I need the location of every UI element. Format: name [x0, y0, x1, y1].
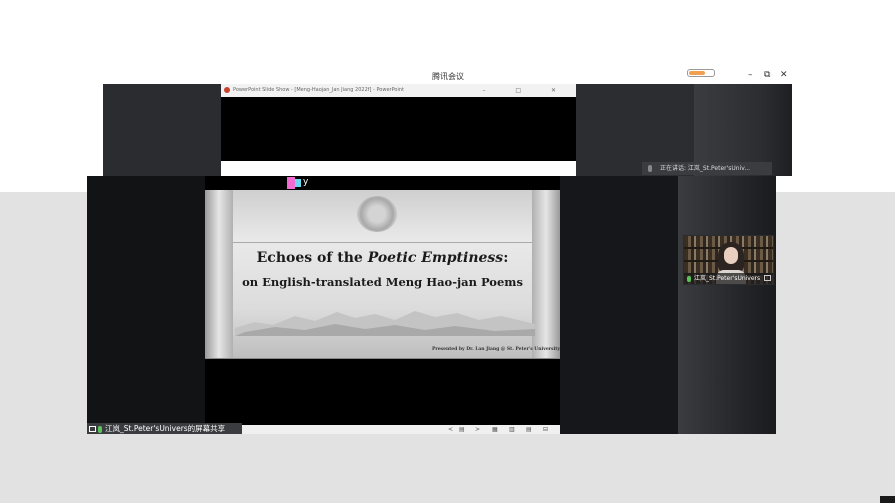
speaking-indicator-text: 正在讲话: 江岚_St.Peter'sUniv... — [660, 165, 751, 172]
render-artifact: y — [287, 177, 313, 189]
slide-title-emphasis: Poetic Emptiness — [367, 250, 504, 266]
participant-name-bar: 江岚_St.Peter'sUnivers — [684, 273, 773, 284]
screen-share-label: 江岚_St.Peter'sUnivers的屏幕共享 — [87, 423, 242, 434]
slide-title-suffix: : — [503, 250, 509, 266]
meeting-window-title: 腾讯会议 — [432, 72, 464, 81]
presentation-slide: Echoes of the Poetic Emptiness: on Engli… — [205, 190, 560, 359]
upper-left-panel — [103, 84, 221, 176]
battery-icon — [687, 69, 715, 77]
screen-share-label-text: 江岚_St.Peter'sUnivers的屏幕共享 — [105, 424, 226, 433]
screen-share-icon — [89, 426, 96, 432]
upper-slide-strip — [221, 161, 576, 176]
scroll-roll-right — [532, 190, 560, 359]
next-slide-button[interactable]: > — [475, 425, 480, 434]
participant-name: 江岚_St.Peter'sUnivers — [694, 275, 761, 282]
ppt-window-title: PowerPoint Slide Show - [Meng-Haojan_Jan… — [233, 87, 404, 93]
slide-divider — [233, 242, 532, 243]
slide-bottom-border — [205, 358, 560, 359]
normal-view-icon[interactable]: ▦ — [492, 425, 498, 434]
participant-video-tile[interactable]: 江岚_St.Peter'sUnivers — [683, 235, 774, 285]
lower-left-panel — [87, 176, 205, 434]
minimize-button[interactable]: – — [748, 70, 753, 80]
slideshow-view-icon[interactable]: ⊟ — [543, 425, 548, 434]
microphone-icon — [687, 275, 691, 282]
powerpoint-icon — [224, 86, 230, 93]
microphone-icon — [648, 165, 652, 172]
restore-button[interactable]: ⧉ — [764, 70, 770, 80]
reading-view-icon[interactable]: ▤ — [526, 425, 532, 434]
slide-sorter-icon[interactable]: ▤ — [459, 425, 465, 434]
microphone-icon — [98, 425, 102, 433]
lower-right-panel — [560, 176, 678, 434]
slideshow-toolbar: < ▤ > ▦ ▥ ▤ ⊟ — [205, 425, 560, 434]
sorter-view-icon[interactable]: ▥ — [509, 425, 515, 434]
expand-video-icon[interactable] — [764, 275, 771, 281]
video-panel — [678, 176, 776, 434]
close-button[interactable]: ✕ — [780, 70, 788, 80]
slide-subtitle: on English-translated Meng Hao-jan Poems — [242, 275, 523, 289]
battery-level — [689, 71, 705, 75]
slide-presenter-credit: Presented by Dr. Lan Jiang @ St. Peter's… — [431, 347, 560, 352]
emblem-seal — [357, 196, 397, 232]
previous-slide-button[interactable]: < — [448, 425, 453, 434]
speaking-indicator: 正在讲话: 江岚_St.Peter'sUniv... — [642, 162, 772, 175]
slide-title: Echoes of the Poetic Emptiness: — [233, 250, 532, 266]
mountain-ink-painting — [235, 311, 535, 336]
slide-title-prefix: Echoes of the — [256, 250, 368, 266]
scroll-roll-left — [205, 190, 233, 359]
ppt-window-controls[interactable]: – □ ✕ — [482, 84, 570, 97]
window-gap — [776, 176, 895, 192]
ppt-window-titlebar: PowerPoint Slide Show - [Meng-Haojan_Jan… — [221, 84, 576, 97]
taskbar-corner — [880, 496, 895, 503]
